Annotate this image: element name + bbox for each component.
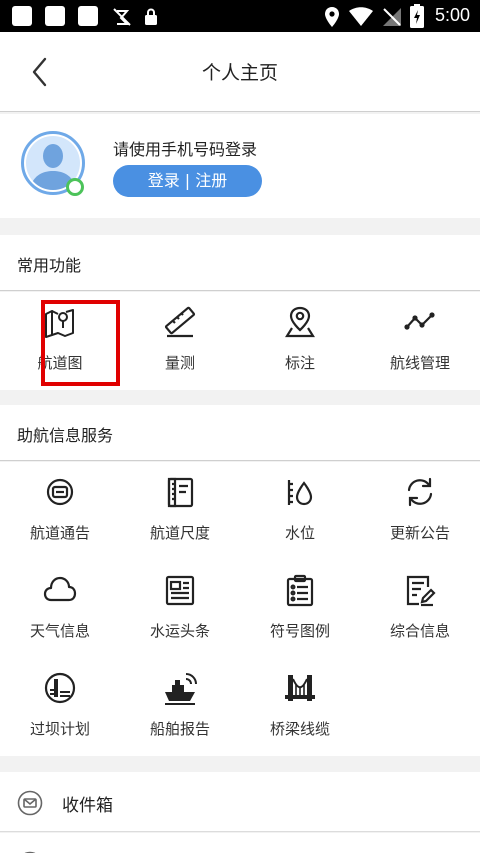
login-register-button[interactable]: 登录 | 注册: [113, 165, 262, 197]
dam-plan-item[interactable]: 过坝计划: [0, 658, 120, 756]
ship-report-label: 船舶报告: [149, 720, 210, 738]
weather-item[interactable]: 天气信息: [0, 560, 120, 658]
scale-doc-icon: [167, 477, 194, 508]
measure-label: 量测: [164, 354, 195, 372]
ship-report-item[interactable]: 船舶报告: [120, 658, 240, 756]
page-title: 个人主页: [201, 62, 278, 84]
doc-edit-icon: [406, 575, 436, 607]
clipboard-list-icon: [286, 574, 314, 607]
water-level-label: 水位: [284, 524, 315, 542]
no-signal-icon: [383, 8, 401, 26]
section-common-header: 常用功能: [0, 235, 480, 291]
no-bluetooth-icon: [113, 8, 131, 26]
channel-notice-item[interactable]: 航道通告: [0, 462, 120, 560]
shipping-news-label: 水运头条: [149, 622, 210, 640]
notice-badge-icon: [46, 478, 74, 506]
app-header: 个人主页: [0, 32, 480, 112]
update-notice-item[interactable]: 更新公告: [360, 462, 480, 560]
route-management-label: 航线管理: [389, 354, 450, 372]
ship-signal-icon: [165, 673, 197, 705]
general-info-label: 综合信息: [389, 622, 450, 640]
highlight-box: [41, 300, 120, 386]
bridge-cable-item[interactable]: 桥梁线缆: [240, 658, 360, 756]
newspaper-icon: [165, 575, 195, 606]
login-hint: 请使用手机号码登录: [113, 140, 258, 159]
dam-icon: [44, 672, 76, 704]
symbol-legend-label: 符号图例: [269, 622, 330, 640]
route-icon: [404, 312, 435, 330]
section-nav-info-header: 助航信息服务: [0, 405, 480, 461]
shipping-news-item[interactable]: 水运头条: [120, 560, 240, 658]
refresh-icon: [407, 477, 433, 507]
route-management-item[interactable]: 航线管理: [360, 292, 480, 390]
next-row[interactable]: [0, 833, 480, 853]
location-icon: [325, 7, 339, 27]
annotate-item[interactable]: 标注: [240, 292, 360, 390]
channel-notice-label: 航道通告: [29, 524, 90, 542]
map-pin-icon: [285, 306, 315, 338]
lock-icon: [145, 8, 157, 25]
bridge-icon: [285, 675, 315, 701]
general-info-item[interactable]: 综合信息: [360, 560, 480, 658]
notification-icon: [12, 6, 32, 26]
water-level-icon: [287, 480, 313, 506]
bridge-cable-label: 桥梁线缆: [269, 720, 330, 738]
status-time: 5:00: [434, 5, 470, 25]
nav-info-grid: 航道通告 航道尺度 水位 更新公告 天气信息 水运头条 符号图例 综合信息 过坝…: [0, 462, 480, 756]
update-notice-label: 更新公告: [389, 524, 450, 542]
status-bar: 5:00: [0, 0, 480, 32]
battery-charging-icon: [410, 4, 424, 28]
profile-card: 请使用手机号码登录 登录 | 注册: [0, 114, 480, 218]
inbox-icon: [17, 790, 43, 816]
inbox-row[interactable]: 收件箱: [0, 772, 480, 832]
channel-scale-item[interactable]: 航道尺度: [120, 462, 240, 560]
cloud-icon: [43, 576, 77, 602]
wifi-icon: [349, 7, 373, 26]
ruler-icon: [164, 306, 196, 338]
notification-icon: [45, 6, 65, 26]
dam-plan-label: 过坝计划: [29, 720, 90, 738]
inbox-label: 收件箱: [62, 796, 113, 816]
section-nav-info-title: 助航信息服务: [17, 426, 114, 445]
water-level-item[interactable]: 水位: [240, 462, 360, 560]
channel-scale-label: 航道尺度: [149, 524, 210, 542]
section-common-title: 常用功能: [17, 256, 82, 275]
online-status-dot: [66, 178, 84, 196]
weather-label: 天气信息: [29, 622, 90, 640]
annotate-label: 标注: [284, 354, 315, 372]
symbol-legend-item[interactable]: 符号图例: [240, 560, 360, 658]
notification-icon: [78, 6, 98, 26]
measure-item[interactable]: 量测: [120, 292, 240, 390]
